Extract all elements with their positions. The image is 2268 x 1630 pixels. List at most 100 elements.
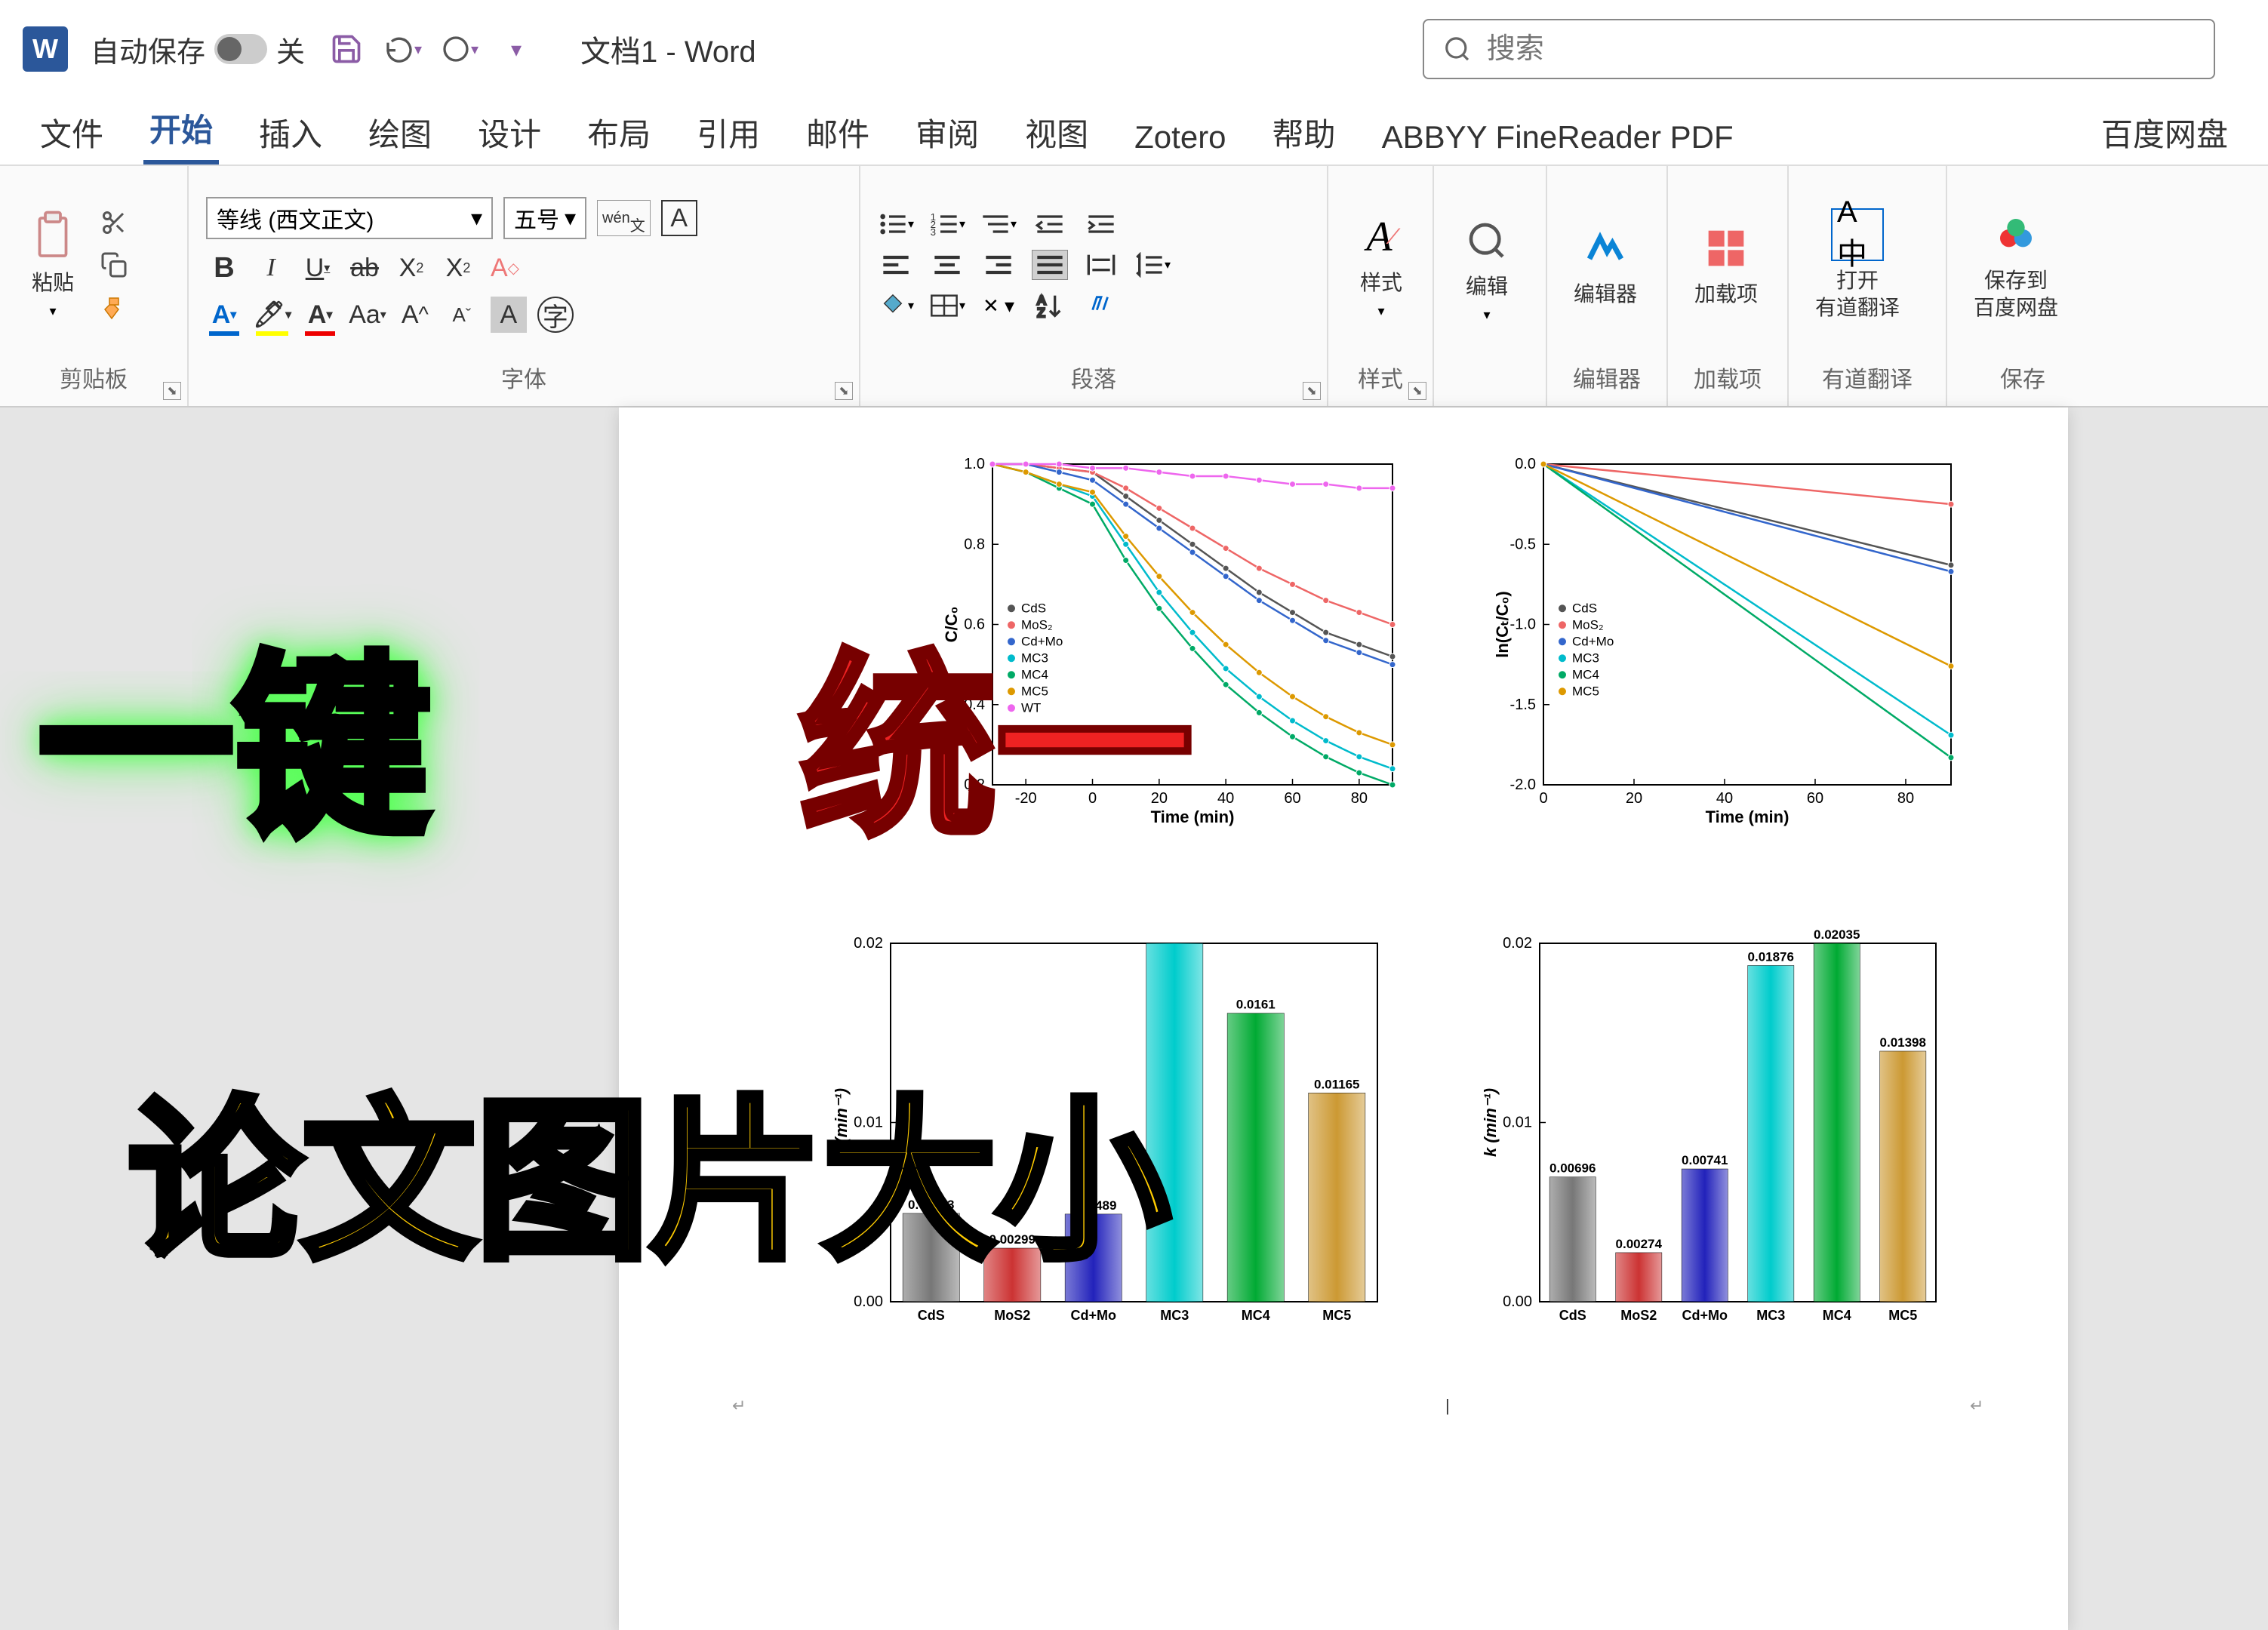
autosave-toggle[interactable]: 自动保存 关	[91, 29, 305, 70]
group-editor: 编辑器 编辑器	[1547, 166, 1668, 406]
font-size-select[interactable]: 五号▾	[503, 197, 586, 239]
tab-baidu[interactable]: 百度网盘	[2095, 100, 2234, 165]
tab-layout[interactable]: 布局	[581, 100, 657, 165]
editing-button[interactable]: 编辑▾	[1451, 208, 1522, 328]
tab-draw[interactable]: 绘图	[362, 100, 438, 165]
styles-button[interactable]: A⁄ 样式▾	[1346, 205, 1417, 324]
svg-text:0.00696: 0.00696	[1549, 1161, 1596, 1176]
paragraph-mark: ↵	[732, 1396, 746, 1416]
save-icon[interactable]	[328, 30, 365, 68]
distributed-button[interactable]	[1083, 250, 1119, 280]
text-effects-button[interactable]: A▾	[206, 297, 242, 333]
increase-indent-button[interactable]	[1083, 209, 1119, 239]
svg-text:MC4: MC4	[1242, 1308, 1270, 1323]
youdao-button[interactable]: A中 打开 有道翻译	[1806, 202, 1909, 328]
enclose-characters-button[interactable]: 字	[537, 297, 574, 333]
font-dialog-launcher[interactable]: ⬊	[835, 382, 853, 400]
svg-text:MC3: MC3	[1572, 650, 1599, 665]
decrease-indent-button[interactable]	[1032, 209, 1068, 239]
subscript-button[interactable]: X2	[393, 250, 429, 286]
tab-abbyy[interactable]: ABBYY FineReader PDF	[1376, 110, 1740, 165]
svg-text:CdS: CdS	[1559, 1308, 1586, 1323]
baidu-group-label: 保存	[1959, 356, 2087, 398]
baidu-save-button[interactable]: 保存到 百度网盘	[1965, 202, 2067, 328]
tab-review[interactable]: 审阅	[909, 100, 985, 165]
tab-zotero[interactable]: Zotero	[1128, 110, 1232, 165]
underline-button[interactable]: U▾	[300, 250, 336, 286]
bold-button[interactable]: B	[206, 250, 242, 286]
tab-design[interactable]: 设计	[472, 100, 547, 165]
search-input[interactable]	[1487, 33, 2195, 66]
show-marks-button[interactable]	[1083, 291, 1119, 321]
svg-text:40: 40	[1217, 790, 1234, 807]
addins-icon	[1700, 222, 1753, 275]
numbering-button[interactable]: 123▾	[929, 209, 965, 239]
tab-help[interactable]: 帮助	[1266, 100, 1342, 165]
editor-button[interactable]: 编辑器	[1565, 216, 1646, 314]
shading-button[interactable]: ▾	[878, 291, 914, 321]
bullets-button[interactable]: ▾	[878, 209, 914, 239]
superscript-button[interactable]: X2	[440, 250, 476, 286]
tab-mailings[interactable]: 邮件	[800, 100, 876, 165]
toggle-switch[interactable]	[214, 34, 267, 64]
overlay-text-1a: 一键	[38, 589, 430, 873]
strikethrough-button[interactable]: ab	[346, 250, 383, 286]
tab-file[interactable]: 文件	[34, 100, 109, 165]
multilevel-list-button[interactable]: ▾	[980, 209, 1017, 239]
grow-font-button[interactable]: A^	[397, 297, 433, 333]
align-left-button[interactable]	[878, 250, 914, 280]
align-justify-button[interactable]	[1032, 250, 1068, 280]
svg-text:MC3: MC3	[1756, 1308, 1785, 1323]
clipboard-icon	[26, 211, 79, 263]
tab-home[interactable]: 开始	[143, 96, 219, 165]
phonetic-guide-button[interactable]: wén文	[597, 200, 651, 236]
paragraph-group-label: 段落	[872, 356, 1316, 398]
svg-text:0.01165: 0.01165	[1314, 1077, 1360, 1091]
tab-references[interactable]: 引用	[691, 100, 766, 165]
group-addins: 加载项 加载项	[1668, 166, 1789, 406]
svg-text:20: 20	[1626, 790, 1642, 807]
font-name-select[interactable]: 等线 (西文正文)▾	[206, 197, 493, 239]
addins-button[interactable]: 加载项	[1685, 216, 1767, 314]
svg-text:MC5: MC5	[1322, 1308, 1351, 1323]
customize-qat-icon[interactable]: ▾	[497, 30, 535, 68]
clipboard-dialog-launcher[interactable]: ⬊	[163, 382, 181, 400]
italic-button[interactable]: I	[253, 250, 289, 286]
tab-insert[interactable]: 插入	[253, 100, 328, 165]
align-center-button[interactable]	[929, 250, 965, 280]
ribbon: 粘贴 ▾ 剪贴板 ⬊ 等线 (西文正文)▾ 五号▾ wén文 A	[0, 166, 2268, 408]
font-color-button[interactable]: A▾	[302, 297, 338, 333]
paste-button[interactable]: 粘贴 ▾	[17, 205, 88, 324]
asian-layout-button[interactable]: ✕ ▾	[980, 291, 1017, 321]
character-shading-button[interactable]: A	[491, 297, 527, 333]
clear-formatting-button[interactable]: A◇	[487, 250, 523, 286]
change-case-button[interactable]: Aa▾	[349, 297, 386, 333]
search-box[interactable]	[1423, 19, 2215, 79]
group-paragraph: ▾ 123▾ ▾ ▾ ▾ ▾ ✕ ▾	[860, 166, 1328, 406]
overlay-text-1b: 统一	[800, 589, 1192, 873]
shrink-font-button[interactable]: Aˇ	[444, 297, 480, 333]
format-painter-icon[interactable]	[97, 291, 131, 324]
svg-text:0.0161: 0.0161	[1236, 998, 1276, 1012]
svg-text:Cd+Mo: Cd+Mo	[1572, 634, 1614, 648]
svg-text:Z: Z	[1037, 306, 1045, 318]
character-border-button[interactable]: A	[661, 200, 697, 236]
svg-text:0.01398: 0.01398	[1880, 1035, 1926, 1050]
text-cursor: |	[1445, 1396, 1450, 1416]
paragraph-dialog-launcher[interactable]: ⬊	[1303, 382, 1321, 400]
borders-button[interactable]: ▾	[929, 291, 965, 321]
undo-icon[interactable]: ▾	[384, 30, 422, 68]
baidu-cloud-icon	[1990, 208, 2042, 261]
sort-button[interactable]: AZ	[1032, 291, 1068, 321]
cut-icon[interactable]	[97, 206, 131, 239]
chart-line-kinetics: 020406080-2.0-1.5-1.0-0.50.0Time (min)ln…	[1494, 453, 1962, 830]
svg-text:MoS2: MoS2	[1620, 1308, 1657, 1323]
styles-dialog-launcher[interactable]: ⬊	[1408, 382, 1426, 400]
highlight-button[interactable]: 🖊▾	[253, 297, 291, 333]
redo-icon[interactable]: ▾	[441, 30, 479, 68]
line-spacing-button[interactable]: ▾	[1134, 250, 1171, 280]
align-right-button[interactable]	[980, 250, 1017, 280]
tab-view[interactable]: 视图	[1019, 100, 1094, 165]
quick-access-toolbar: ▾ ▾ ▾	[328, 30, 535, 68]
copy-icon[interactable]	[97, 248, 131, 281]
